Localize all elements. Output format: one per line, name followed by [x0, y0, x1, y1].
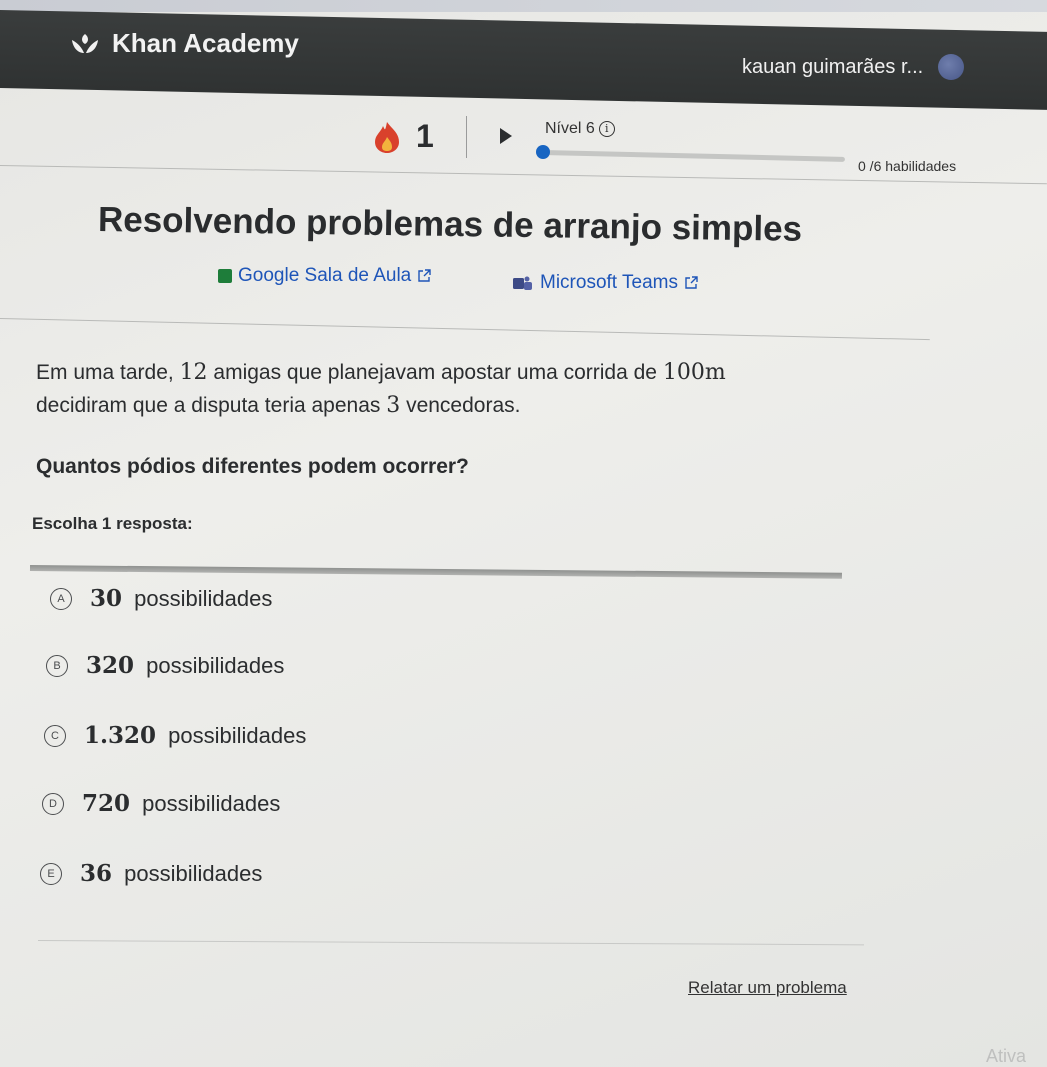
choice-text: possibilidades [118, 861, 263, 886]
choice-letter-badge: C [44, 724, 66, 747]
problem-statement: Em uma tarde, 12 amigas que planejavam a… [36, 356, 856, 422]
choose-label: Escolha 1 resposta: [32, 514, 193, 533]
choice-label: 30 possibilidades [90, 585, 272, 612]
problem-text: vencedoras. [400, 394, 521, 417]
report-problem-link[interactable]: Relatar um problema [688, 978, 847, 998]
logo-text: Khan Academy [112, 28, 299, 58]
problem-text: amigas que planejavam apostar uma corrid… [207, 361, 663, 384]
choice-letter-badge: B [46, 654, 68, 677]
divider-title [0, 318, 930, 341]
problem-text: Em uma tarde, [36, 361, 180, 384]
choice-label: 1.320 possibilidades [84, 722, 306, 749]
choice-text: possibilidades [140, 653, 285, 678]
choice-number: 1.320 [84, 722, 157, 749]
share-teams-label: Microsoft Teams [540, 272, 678, 293]
share-microsoft-teams-link[interactable]: Microsoft Teams [512, 272, 698, 294]
problem-number: 12 [179, 360, 208, 385]
google-classroom-icon [218, 269, 232, 283]
os-activation-watermark: Ativa [986, 1046, 1027, 1066]
choice-letter-badge: D [42, 792, 64, 815]
choice-text: possibilidades [162, 723, 307, 748]
skills-count: 0 /6 habilidades [858, 158, 957, 174]
browser-top-strip [0, 0, 1047, 12]
flame-icon [375, 121, 399, 153]
share-google-classroom-link[interactable]: Google Sala de Aula [218, 265, 431, 287]
choice-letter-badge: A [50, 587, 72, 610]
problem-text: decidiram que a disputa teria apenas [36, 394, 387, 417]
choice-label: 320 possibilidades [86, 652, 284, 679]
choice-number: 30 [90, 585, 123, 612]
choice-e[interactable]: E 36 possibilidades [40, 860, 262, 887]
question-text: Quantos pódios diferentes podem ocorrer? [36, 455, 469, 478]
problem-number: 3 [386, 393, 401, 418]
choice-label: 720 possibilidades [82, 790, 280, 817]
external-link-icon [418, 269, 431, 282]
info-icon[interactable]: i [598, 121, 615, 137]
level-text: Nível 6 [545, 120, 595, 137]
progress-dot [536, 145, 550, 159]
choice-label: 36 possibilidades [80, 860, 262, 887]
choice-a[interactable]: A 30 possibilidades [50, 585, 272, 612]
level-label: Nível 6 i [545, 120, 615, 138]
choice-number: 36 [80, 860, 113, 887]
streak-counter: 1 [372, 118, 434, 155]
choice-d[interactable]: D 720 possibilidades [42, 790, 280, 817]
choice-text: possibilidades [128, 586, 273, 611]
choice-text: possibilidades [136, 791, 281, 816]
skill-progress-bar [539, 150, 845, 162]
choice-number: 720 [82, 790, 131, 817]
choice-number: 320 [86, 652, 135, 679]
streak-count: 1 [416, 118, 434, 154]
header-divider [466, 116, 467, 158]
choice-c[interactable]: C 1.320 possibilidades [44, 722, 306, 749]
choices-divider [29, 565, 842, 579]
microsoft-teams-icon [513, 276, 532, 290]
avatar[interactable] [938, 54, 964, 80]
external-link-icon [685, 276, 698, 289]
khan-academy-logo[interactable]: Khan Academy [70, 28, 299, 59]
choice-b[interactable]: B 320 possibilidades [46, 652, 284, 679]
choice-letter-badge: E [40, 862, 62, 885]
khan-logo-icon [72, 33, 98, 53]
share-google-label: Google Sala de Aula [238, 265, 412, 286]
play-icon[interactable] [500, 128, 512, 144]
problem-number: 100m [662, 360, 726, 385]
user-name-menu[interactable]: kauan guimarães r... [742, 56, 923, 79]
divider-bottom [37, 940, 864, 946]
exercise-title: Resolvendo problemas de arranjo simples [97, 200, 803, 249]
